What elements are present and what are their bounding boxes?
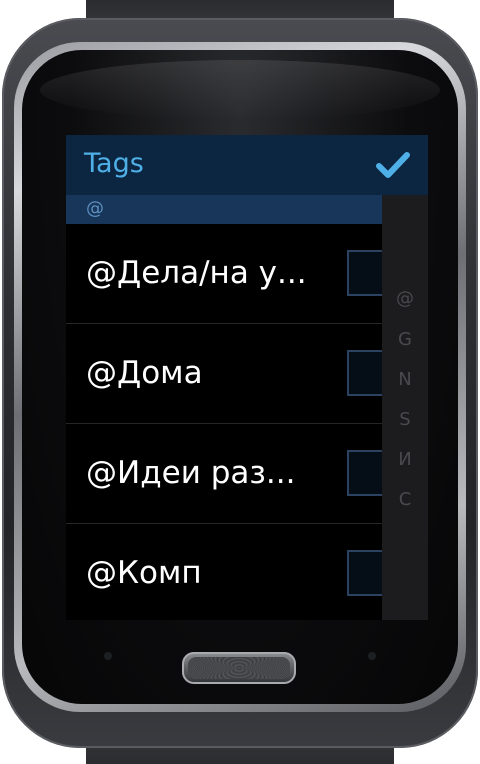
sensor-dot [104, 652, 112, 660]
index-letter[interactable]: @ [382, 288, 428, 310]
tag-label: @Дома [86, 355, 203, 391]
section-header: @ [66, 195, 382, 224]
list-item[interactable]: @Комп [66, 524, 382, 620]
index-letter[interactable]: И [382, 449, 428, 471]
tag-checkbox[interactable] [347, 450, 382, 496]
home-button[interactable] [182, 652, 296, 684]
app-header: Tags [66, 135, 428, 195]
list-item[interactable]: @Идеи раз... [66, 424, 382, 524]
index-letter[interactable]: C [382, 489, 428, 511]
checkmark-icon [376, 152, 410, 178]
index-letter[interactable]: G [382, 329, 428, 351]
tag-checkbox[interactable] [347, 350, 382, 396]
list-item[interactable]: @Дела/на у... [66, 224, 382, 324]
list-item[interactable]: @Дома [66, 324, 382, 424]
fast-scroll-index[interactable]: @ G N S И C [382, 195, 428, 620]
tag-checkbox[interactable] [347, 250, 382, 296]
tag-label: @Идеи раз... [86, 455, 296, 491]
watch-screen: Tags @ @ G N S И C @Дела/на у... @Дома @… [66, 135, 428, 620]
tag-checkbox[interactable] [347, 550, 382, 596]
confirm-button[interactable] [376, 149, 410, 181]
section-header-label: @ [86, 198, 104, 219]
tag-label: @Дела/на у... [86, 255, 307, 291]
tag-label: @Комп [86, 555, 202, 591]
home-button-texture [188, 657, 290, 679]
index-letter[interactable]: N [382, 369, 428, 391]
index-letter[interactable]: S [382, 409, 428, 431]
glass-reflection [40, 60, 440, 120]
page-title: Tags [84, 148, 144, 179]
sensor-dot [368, 652, 376, 660]
